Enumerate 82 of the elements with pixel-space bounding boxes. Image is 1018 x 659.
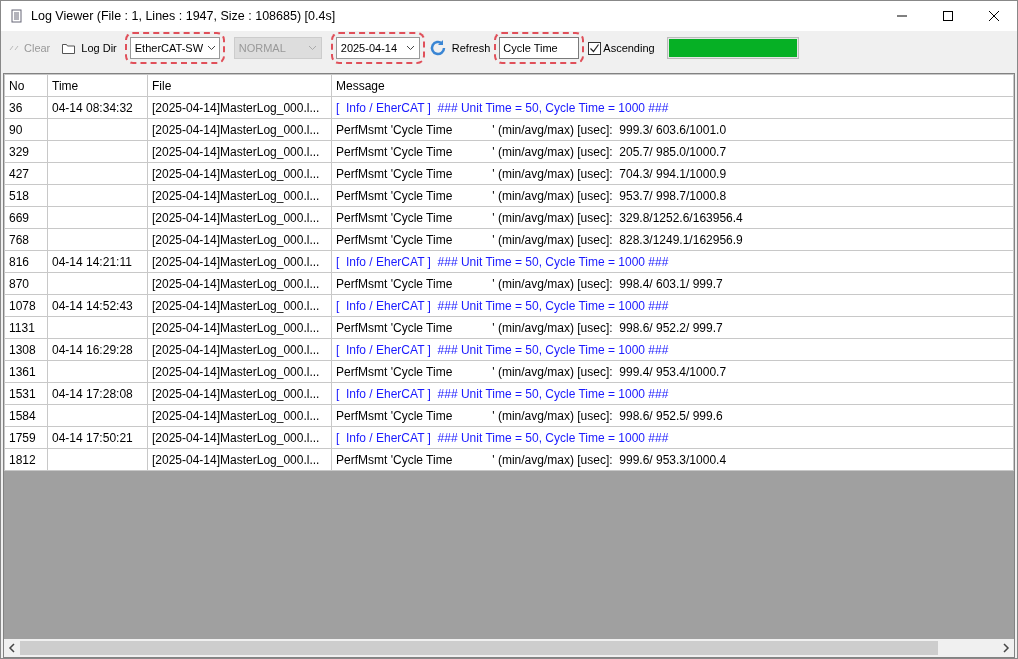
table-cell: 1531 xyxy=(4,382,48,405)
table-cell: PerfMsmt 'Cycle Time ' (min/avg/max) [usec]: 329.8/1252.6/163956.4 xyxy=(331,206,1014,229)
table-cell: PerfMsmt 'Cycle Time ' (min/avg/max) [usec]: 999.6/ 953.3/1000.4 xyxy=(331,448,1014,471)
column-header[interactable]: Time xyxy=(47,74,148,97)
table-cell: [2025-04-14]MasterLog_000.l... xyxy=(147,338,332,361)
eraser-icon xyxy=(9,44,19,52)
document-icon xyxy=(11,8,23,24)
table-cell: [2025-04-14]MasterLog_000.l... xyxy=(147,96,332,119)
chevron-icon xyxy=(307,45,317,51)
table-cell: PerfMsmt 'Cycle Time ' (min/avg/max) [usec]: 999.4/ 953.4/1000.7 xyxy=(331,360,1014,383)
horizontal-scrollbar[interactable] xyxy=(4,639,1014,657)
maximize-icon xyxy=(943,11,953,21)
table-cell: 1131 xyxy=(4,316,48,339)
table-cell: 04-14 16:29:28 xyxy=(47,338,148,361)
table-cell: 1759 xyxy=(4,426,48,449)
table-cell: [ Info / EherCAT ] ### Unit Time = 50, Cycle Time = 1000 ### xyxy=(331,250,1014,273)
table-cell: 518 xyxy=(4,184,48,207)
table-cell: 816 xyxy=(4,250,48,273)
table-cell: 90 xyxy=(4,118,48,141)
source-dropdown[interactable]: EtherCAT-SW xyxy=(129,37,220,59)
table-cell: 870 xyxy=(4,272,48,295)
column-header[interactable]: File xyxy=(147,74,332,97)
table-cell: PerfMsmt 'Cycle Time ' (min/avg/max) [usec]: 205.7/ 985.0/1000.7 xyxy=(331,140,1014,163)
chevron-left-icon xyxy=(8,643,16,653)
table-cell: PerfMsmt 'Cycle Time ' (min/avg/max) [usec]: 998.4/ 603.1/ 999.7 xyxy=(331,272,1014,295)
table-cell: [ Info / EherCAT ] ### Unit Time = 50, Cycle Time = 1000 ### xyxy=(331,426,1014,449)
table-cell: PerfMsmt 'Cycle Time ' (min/avg/max) [usec]: 953.7/ 998.7/1000.8 xyxy=(331,184,1014,207)
ascending-checkbox[interactable]: Ascending xyxy=(588,41,655,55)
table-cell: 04-14 17:28:08 xyxy=(47,382,148,405)
refresh-button[interactable]: Refresh xyxy=(428,39,491,57)
filter-field[interactable]: Cycle Time xyxy=(499,37,580,59)
table-cell: 329 xyxy=(4,140,48,163)
table-cell: [2025-04-14]MasterLog_000.l... xyxy=(147,162,332,185)
table-cell: [2025-04-14]MasterLog_000.l... xyxy=(147,426,332,449)
table-cell: [2025-04-14]MasterLog_000.l... xyxy=(147,250,332,273)
window-title: Log Viewer (File : 1, Lines : 1947, Size : 108685) [0.4s] xyxy=(31,9,337,23)
log-dir-button[interactable]: Log Dir xyxy=(58,42,121,54)
table-cell: [2025-04-14]MasterLog_000.l... xyxy=(147,382,332,405)
table-cell: PerfMsmt 'Cycle Time ' (min/avg/max) [usec]: 828.3/1249.1/162956.9 xyxy=(331,228,1014,251)
table-cell: [ Info / EherCAT ] ### Unit Time = 50, Cycle Time = 1000 ### xyxy=(331,338,1014,361)
table-cell: [2025-04-14]MasterLog_000.l... xyxy=(147,206,332,229)
scrollbar-thumb[interactable] xyxy=(20,641,938,655)
table-cell: [2025-04-14]MasterLog_000.l... xyxy=(147,272,332,295)
table-cell: [2025-04-14]MasterLog_000.l... xyxy=(147,294,332,317)
table-cell: [2025-04-14]MasterLog_000.l... xyxy=(147,448,332,471)
table-cell: [2025-04-14]MasterLog_000.l... xyxy=(147,184,332,207)
chevron-icon xyxy=(405,45,415,51)
column-header[interactable]: Message xyxy=(331,74,1014,97)
table-cell: 36 xyxy=(4,96,48,119)
table-cell: [2025-04-14]MasterLog_000.l... xyxy=(147,118,332,141)
table-cell: PerfMsmt 'Cycle Time ' (min/avg/max) [usec]: 998.6/ 952.5/ 999.6 xyxy=(331,404,1014,427)
table-cell: [2025-04-14]MasterLog_000.l... xyxy=(147,228,332,251)
chevron-icon xyxy=(207,45,217,51)
table-cell: 669 xyxy=(4,206,48,229)
table-cell: [ Info / EherCAT ] ### Unit Time = 50, Cycle Time = 1000 ### xyxy=(331,96,1014,119)
table-cell: 04-14 14:52:43 xyxy=(47,294,148,317)
table-cell: 1078 xyxy=(4,294,48,317)
checkmark-icon xyxy=(589,42,601,54)
table-cell: [2025-04-14]MasterLog_000.l... xyxy=(147,316,332,339)
table-cell: 1584 xyxy=(4,404,48,427)
table-cell: [ Info / EherCAT ] ### Unit Time = 50, Cycle Time = 1000 ### xyxy=(331,382,1014,405)
table-cell: PerfMsmt 'Cycle Time ' (min/avg/max) [usec]: 999.3/ 603.6/1001.0 xyxy=(331,118,1014,141)
table-cell: 1308 xyxy=(4,338,48,361)
column-header[interactable]: No xyxy=(4,74,48,97)
table-cell: 1361 xyxy=(4,360,48,383)
table-cell: [ Info / EherCAT ] ### Unit Time = 50, Cycle Time = 1000 ### xyxy=(331,294,1014,317)
table-cell: 768 xyxy=(4,228,48,251)
table-cell: PerfMsmt 'Cycle Time ' (min/avg/max) [usec]: 998.6/ 952.2/ 999.7 xyxy=(331,316,1014,339)
table-cell: 1812 xyxy=(4,448,48,471)
table-cell: [2025-04-14]MasterLog_000.l... xyxy=(147,140,332,163)
table-cell: 427 xyxy=(4,162,48,185)
close-icon xyxy=(989,11,999,21)
table-cell: [2025-04-14]MasterLog_000.l... xyxy=(147,360,332,383)
folder-icon xyxy=(62,42,77,54)
table-cell: 04-14 17:50:21 xyxy=(47,426,148,449)
table-cell: 04-14 08:34:32 xyxy=(47,96,148,119)
chevron-right-icon xyxy=(1002,643,1010,653)
table-cell: 04-14 14:21:11 xyxy=(47,250,148,273)
refresh-icon xyxy=(428,39,447,57)
date-picker[interactable]: 2025-04-14 xyxy=(335,37,420,59)
table-cell: PerfMsmt 'Cycle Time ' (min/avg/max) [usec]: 704.3/ 994.1/1000.9 xyxy=(331,162,1014,185)
table-cell: [2025-04-14]MasterLog_000.l... xyxy=(147,404,332,427)
